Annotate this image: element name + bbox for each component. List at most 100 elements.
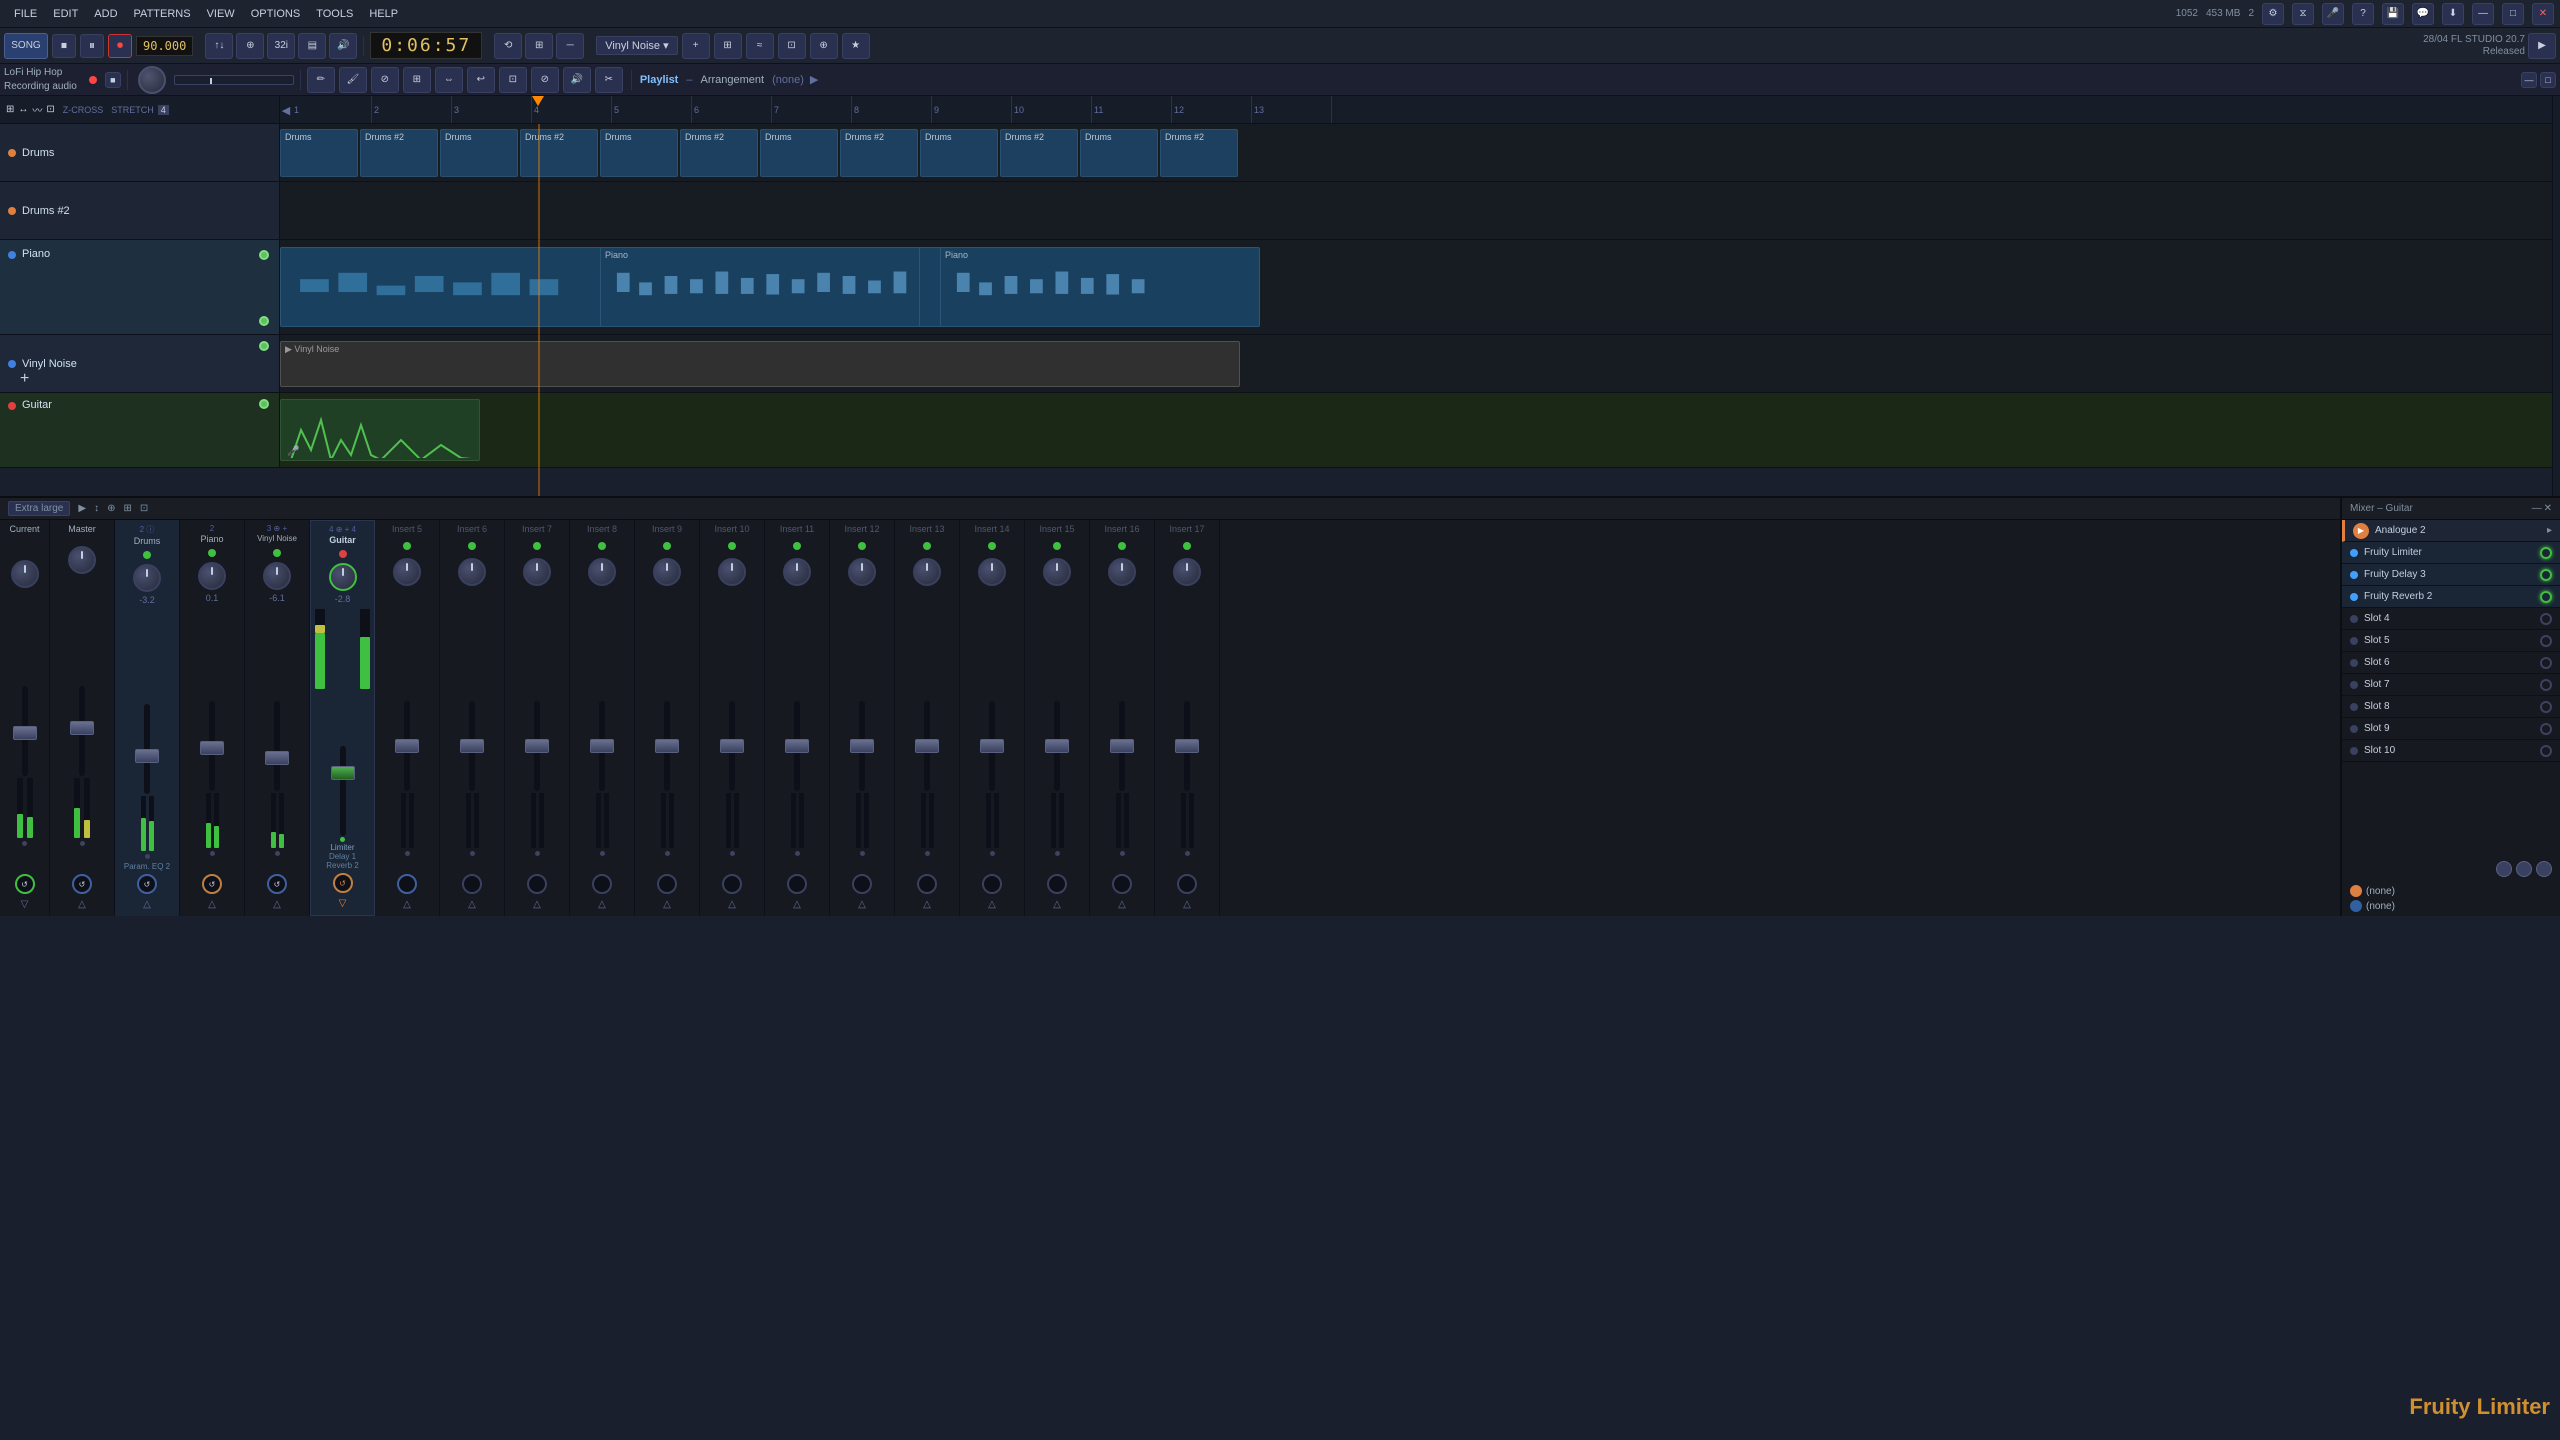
- download-icon[interactable]: ⬇: [2442, 3, 2464, 25]
- mixer-icon3[interactable]: ⊕: [107, 503, 115, 514]
- insert17-pan-knob[interactable]: [1173, 558, 1201, 586]
- master-arrow-up[interactable]: △: [78, 899, 86, 910]
- guitar-routing-icon[interactable]: ↺: [333, 873, 353, 893]
- drums-block-12[interactable]: Drums #2: [1160, 129, 1238, 177]
- send-knob-2[interactable]: [2516, 861, 2532, 877]
- fx-slot-6[interactable]: Slot 6: [2342, 652, 2560, 674]
- help-icon[interactable]: ?: [2352, 3, 2374, 25]
- insert9-arrow[interactable]: △: [663, 899, 671, 910]
- slot4-power[interactable]: [2540, 613, 2552, 625]
- menu-add[interactable]: ADD: [86, 6, 125, 22]
- chat-icon[interactable]: 💬: [2412, 3, 2434, 25]
- drums-arrow-up[interactable]: △: [143, 899, 151, 910]
- menu-options[interactable]: OPTIONS: [243, 6, 309, 22]
- drums-block-6[interactable]: Drums #2: [680, 129, 758, 177]
- insert11-pan-knob[interactable]: [783, 558, 811, 586]
- window-maximize[interactable]: □: [2502, 3, 2524, 25]
- pitch-bar[interactable]: [174, 75, 294, 85]
- slip-tool[interactable]: ⊡: [499, 67, 527, 93]
- loop-icon[interactable]: ⟲: [494, 33, 522, 59]
- insert7-pan-knob[interactable]: [523, 558, 551, 586]
- mixer-icon5[interactable]: ⊡: [140, 503, 148, 514]
- drums-block-1[interactable]: Drums: [280, 129, 358, 177]
- insert13-pan-knob[interactable]: [913, 558, 941, 586]
- cut-tool[interactable]: ✂: [595, 67, 623, 93]
- mixer-icon2[interactable]: ↕: [94, 503, 99, 514]
- insert11-routing[interactable]: [787, 874, 807, 894]
- settings-icon[interactable]: ⚙: [2262, 3, 2284, 25]
- transport-pause-btn[interactable]: ⏸: [80, 34, 104, 58]
- track-content-vinyl[interactable]: ▶ Vinyl Noise: [280, 335, 2552, 393]
- slot6-power[interactable]: [2540, 657, 2552, 669]
- insert15-routing[interactable]: [1047, 874, 1067, 894]
- slot9-power[interactable]: [2540, 723, 2552, 735]
- channel-insert7[interactable]: Insert 7 △: [505, 520, 570, 916]
- insert15-pan-knob[interactable]: [1043, 558, 1071, 586]
- insert9-routing[interactable]: [657, 874, 677, 894]
- slot7-power[interactable]: [2540, 679, 2552, 691]
- track-content-drums2[interactable]: [280, 182, 2552, 240]
- piano-block-2[interactable]: Piano: [600, 247, 920, 327]
- insert10-routing[interactable]: [722, 874, 742, 894]
- reverb-power[interactable]: [2540, 591, 2552, 603]
- master-volume-knob[interactable]: [138, 66, 166, 94]
- channel-guitar[interactable]: 4 ⊕ + 4 Guitar -2.8: [310, 520, 375, 916]
- insert16-arrow[interactable]: △: [1118, 899, 1126, 910]
- drums-block-4[interactable]: Drums #2: [520, 129, 598, 177]
- channel-current[interactable]: Current ↺ ▽: [0, 520, 50, 916]
- track-row-vinyl[interactable]: Vinyl Noise +: [0, 335, 280, 393]
- vinyl-add-btn[interactable]: +: [20, 370, 29, 388]
- vol-tool[interactable]: 🔊: [563, 67, 591, 93]
- send-label-1[interactable]: (none): [2350, 885, 2552, 897]
- toolbar-pattern[interactable]: 32i: [267, 33, 295, 59]
- menu-view[interactable]: VIEW: [199, 6, 243, 22]
- track-header-icon1[interactable]: ⊞: [6, 104, 14, 115]
- send-knob-1[interactable]: [2496, 861, 2512, 877]
- insert5-arrow[interactable]: △: [403, 899, 411, 910]
- metronome-icon[interactable]: ⧖: [2292, 3, 2314, 25]
- toolbar-icon-3[interactable]: ▤: [298, 33, 326, 59]
- track-content-drums[interactable]: Drums Drums #2 Drums Drums #2 Drums Drum…: [280, 124, 2552, 182]
- vinyl-routing-icon[interactable]: ↺: [267, 874, 287, 894]
- toolbar-icon-4[interactable]: 🔊: [329, 33, 357, 59]
- channel-insert5[interactable]: Insert 5 △: [375, 520, 440, 916]
- fx-slot-8[interactable]: Slot 8: [2342, 696, 2560, 718]
- channel-tools-btn[interactable]: ⊞: [714, 33, 742, 59]
- guitar-arrow-down[interactable]: ▽: [339, 898, 347, 909]
- mute-tool[interactable]: ⊘: [531, 67, 559, 93]
- fx-slot-fruity-limiter[interactable]: Fruity Limiter: [2342, 542, 2560, 564]
- toolbar-icon-1[interactable]: ↑↓: [205, 33, 233, 59]
- drums-block-10[interactable]: Drums #2: [1000, 129, 1078, 177]
- fx-slot-4[interactable]: Slot 4: [2342, 608, 2560, 630]
- track-mode-dropdown[interactable]: Extra large: [8, 501, 70, 516]
- channel-vinyl[interactable]: 3 ⊕ + Vinyl Noise -6.1 ↺ △: [245, 520, 310, 916]
- track-header-icon4[interactable]: ⊡: [46, 104, 54, 115]
- paint-tool[interactable]: 🖌: [339, 67, 367, 93]
- channel-insert10[interactable]: Insert 10 △: [700, 520, 765, 916]
- channel-eq-btn[interactable]: ≈: [746, 33, 774, 59]
- limiter-power[interactable]: [2540, 547, 2552, 559]
- detuning-tool[interactable]: ↩: [467, 67, 495, 93]
- rec-stop-btn[interactable]: ■: [105, 72, 121, 88]
- current-routing-icon[interactable]: ↺: [15, 874, 35, 894]
- drums-block-7[interactable]: Drums: [760, 129, 838, 177]
- insert13-arrow[interactable]: △: [923, 899, 931, 910]
- channel-drums[interactable]: 2 ⓘ Drums -3.2 Param. EQ 2 ↺ △: [115, 520, 180, 916]
- drums-block-8[interactable]: Drums #2: [840, 129, 918, 177]
- window-close[interactable]: ✕: [2532, 3, 2554, 25]
- vinyl-volume-dot[interactable]: [259, 341, 269, 351]
- arrangement-label[interactable]: Arrangement: [700, 74, 764, 86]
- fx-slot-fruity-delay[interactable]: Fruity Delay 3: [2342, 564, 2560, 586]
- channel-piano[interactable]: 2 Piano 0.1 ↺ △: [180, 520, 245, 916]
- insert13-routing[interactable]: [917, 874, 937, 894]
- vinyl-block-1[interactable]: ▶ Vinyl Noise: [280, 341, 1240, 387]
- fx-slot-5[interactable]: Slot 5: [2342, 630, 2560, 652]
- master-routing-icon[interactable]: ↺: [72, 874, 92, 894]
- track-row-drums2[interactable]: Drums #2: [0, 182, 280, 240]
- insert11-arrow[interactable]: △: [793, 899, 801, 910]
- channel-insert9[interactable]: Insert 9 △: [635, 520, 700, 916]
- send-label-2[interactable]: (none): [2350, 900, 2552, 912]
- send-knob-3[interactable]: [2536, 861, 2552, 877]
- menu-edit[interactable]: EDIT: [45, 6, 86, 22]
- channel-insert15[interactable]: Insert 15 △: [1025, 520, 1090, 916]
